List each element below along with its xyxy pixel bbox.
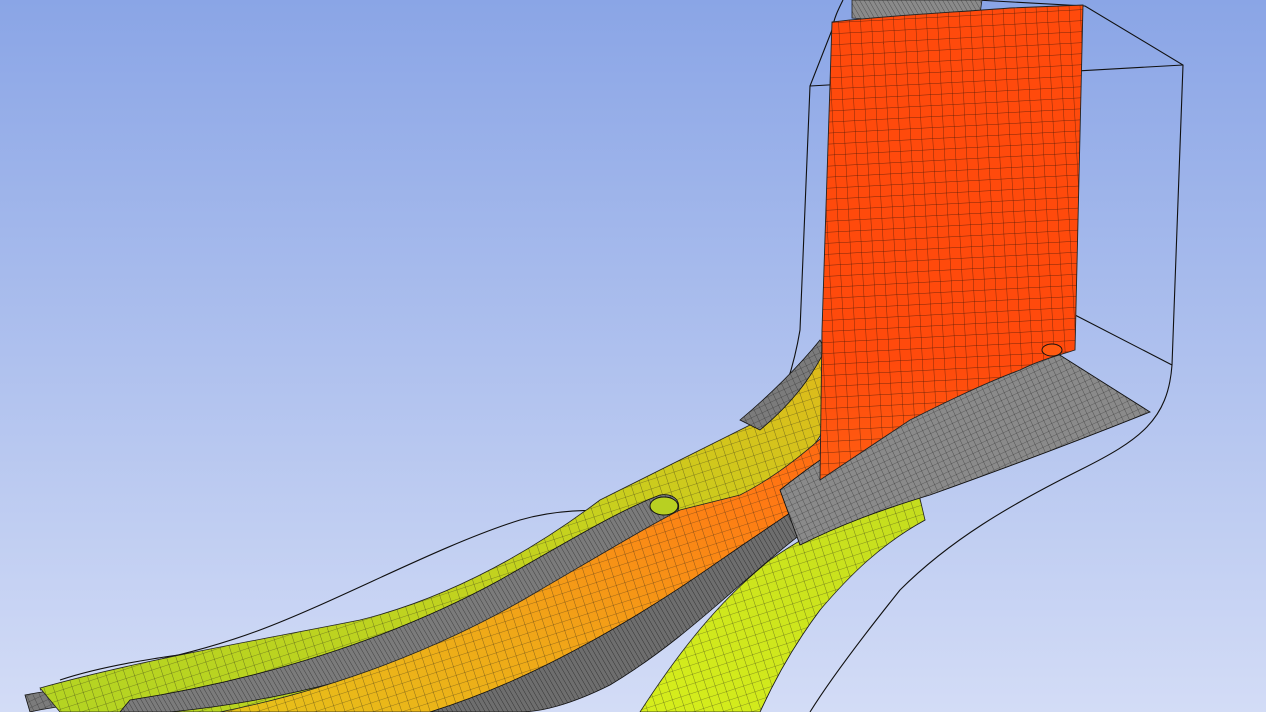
mesh-scene[interactable] (0, 0, 1266, 712)
3d-viewport[interactable] (0, 0, 1266, 712)
